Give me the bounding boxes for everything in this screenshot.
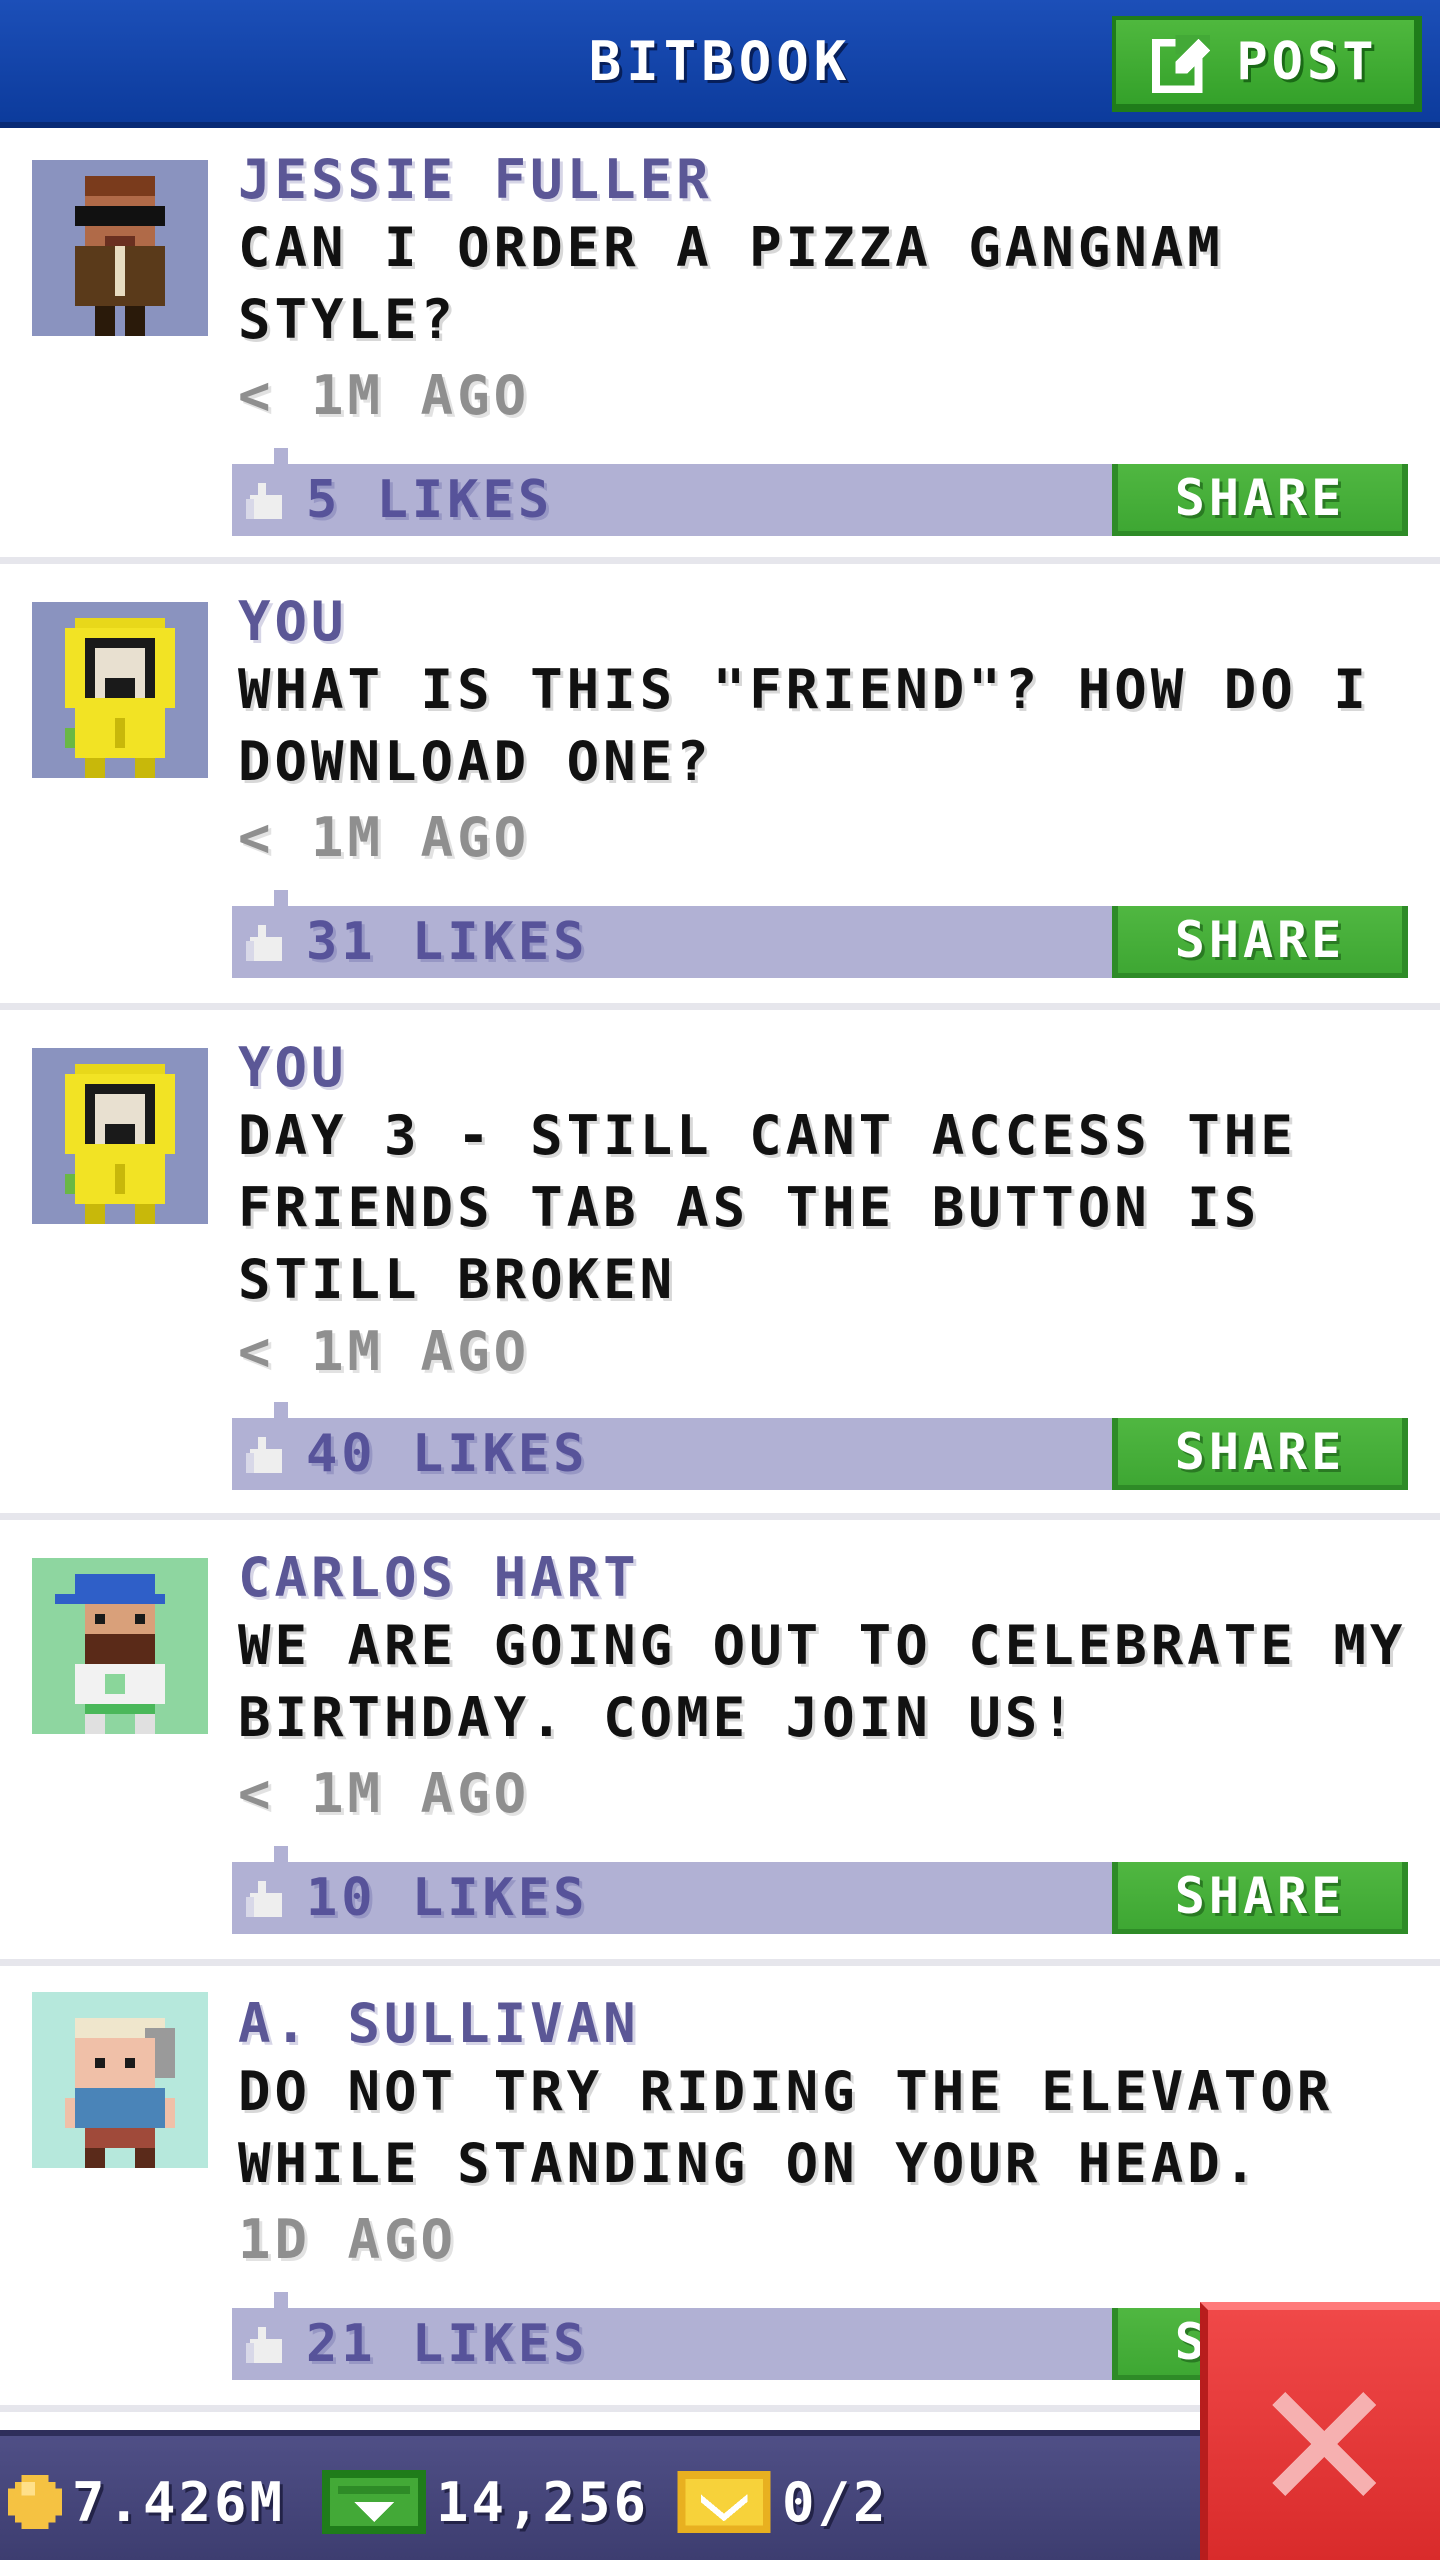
tickets-value: 0/2 — [782, 2470, 889, 2534]
like-count: 10 LIKES — [306, 1868, 589, 1928]
post-author[interactable]: JESSIE FULLER — [238, 148, 713, 211]
coins-value: 7.426M — [72, 2470, 286, 2534]
bux-icon — [322, 2470, 426, 2534]
post-author[interactable]: CARLOS HART — [238, 1546, 640, 1609]
post-timestamp: < 1M AGO — [238, 1320, 531, 1383]
post-message: DO NOT TRY RIDING THE ELEVATOR WHILE STA… — [238, 2060, 1334, 2195]
feed-post: YOU DAY 3 - STILL CANT ACCESS THE FRIEND… — [0, 1016, 1440, 1520]
avatar[interactable] — [32, 1992, 208, 2168]
avatar-jessie-fuller — [75, 176, 165, 336]
avatar-you — [65, 1064, 175, 1224]
feed-post: YOU WHAT IS THIS "FRIEND"? HOW DO I DOWN… — [0, 570, 1440, 1010]
close-icon — [1272, 2392, 1376, 2496]
bux-stat: 14,256 — [322, 2464, 649, 2540]
feed-post: JESSIE FULLER CAN I ORDER A PIZZA GANGNA… — [0, 134, 1440, 564]
post-message: WE ARE GOING OUT TO CELEBRATE MY BIRTHDA… — [238, 1614, 1407, 1749]
feed-post: CARLOS HART WE ARE GOING OUT TO CELEBRAT… — [0, 1526, 1440, 1966]
share-button[interactable]: SHARE — [1112, 1418, 1408, 1490]
tickets-stat: 0/2 — [676, 2464, 889, 2540]
post-timestamp: 1D AGO — [238, 2208, 458, 2271]
post-message: CAN I ORDER A PIZZA GANGNAM STYLE? — [238, 216, 1224, 351]
like-bar: 31 LIKES SHARE — [232, 890, 1408, 978]
bux-value: 14,256 — [436, 2470, 650, 2534]
post-author[interactable]: A. SULLIVAN — [238, 1992, 640, 2055]
avatar-carlos-hart — [55, 1574, 165, 1734]
post-button[interactable]: POST — [1112, 16, 1422, 112]
avatar[interactable] — [32, 160, 208, 336]
post-author[interactable]: YOU — [238, 590, 348, 653]
avatar-you — [65, 618, 175, 778]
ticket-icon — [677, 2471, 771, 2533]
post-label: POST — [1236, 32, 1378, 92]
like-bar: 5 LIKES SHARE — [232, 448, 1408, 536]
post-timestamp: < 1M AGO — [238, 364, 531, 427]
avatar-a-sullivan — [65, 2018, 175, 2168]
thumbs-up-icon — [246, 1881, 282, 1917]
like-count: 31 LIKES — [306, 912, 589, 972]
app-header: BITBOOK POST — [0, 0, 1440, 128]
avatar[interactable] — [32, 1558, 208, 1734]
avatar[interactable] — [32, 602, 208, 778]
post-message: DAY 3 - STILL CANT ACCESS THE FRIENDS TA… — [238, 1104, 1297, 1311]
share-button[interactable]: SHARE — [1112, 464, 1408, 536]
thumbs-up-icon — [246, 925, 282, 961]
share-button[interactable]: SHARE — [1112, 906, 1408, 978]
like-count: 40 LIKES — [306, 1424, 589, 1484]
coins-stat: 7.426M — [8, 2464, 285, 2540]
post-author[interactable]: YOU — [238, 1036, 348, 1099]
post-timestamp: < 1M AGO — [238, 806, 531, 869]
like-bar: 40 LIKES SHARE — [232, 1402, 1408, 1490]
avatar[interactable] — [32, 1048, 208, 1224]
edit-icon — [1152, 34, 1211, 93]
thumbs-up-icon — [246, 2327, 282, 2363]
like-count: 5 LIKES — [306, 470, 554, 530]
share-button[interactable]: SHARE — [1112, 1862, 1408, 1934]
like-bar: 10 LIKES SHARE — [232, 1846, 1408, 1934]
close-button[interactable] — [1200, 2302, 1440, 2560]
thumbs-up-icon — [246, 483, 282, 519]
like-count: 21 LIKES — [306, 2314, 589, 2374]
thumbs-up-icon — [246, 1437, 282, 1473]
post-message: WHAT IS THIS "FRIEND"? HOW DO I DOWNLOAD… — [238, 658, 1370, 793]
post-timestamp: < 1M AGO — [238, 1762, 531, 1825]
coin-icon — [8, 2475, 62, 2529]
